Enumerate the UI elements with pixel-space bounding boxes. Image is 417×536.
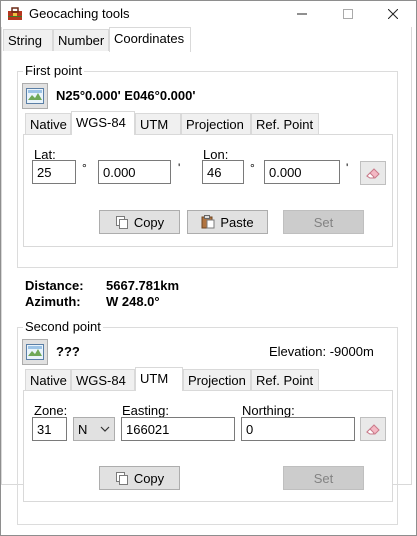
- lon-degree-symbol: °: [250, 161, 255, 175]
- sp-tab-utm-label: UTM: [140, 371, 169, 386]
- zone-input[interactable]: [32, 417, 67, 441]
- sp-tab-ref-point-label: Ref. Point: [256, 373, 314, 388]
- tab-number-label: Number: [58, 33, 105, 48]
- sp-tab-native-label: Native: [30, 373, 67, 388]
- fp-copy-label: Copy: [133, 214, 165, 230]
- eraser-icon: [366, 424, 380, 435]
- easting-input[interactable]: [121, 417, 235, 441]
- minimize-icon: [297, 13, 307, 15]
- azimuth-label: Azimuth:: [25, 294, 81, 309]
- lat-degree-symbol: °: [82, 161, 87, 175]
- first-point-coordinate: N25°0.000' E046°0.000': [56, 88, 196, 103]
- map-icon: [26, 344, 44, 360]
- distance-label: Distance:: [25, 278, 84, 293]
- fp-tab-projection[interactable]: Projection: [181, 113, 251, 135]
- zone-label: Zone:: [34, 403, 68, 418]
- paste-icon: [201, 215, 215, 229]
- sp-tab-projection[interactable]: Projection: [183, 369, 251, 391]
- sp-copy-label: Copy: [133, 470, 165, 486]
- lat-degrees-input[interactable]: [32, 160, 76, 184]
- fp-paste-label: Paste: [220, 214, 254, 230]
- title-bar: Geocaching tools: [1, 1, 416, 27]
- app-window: Geocaching tools String Number Coordinat…: [0, 0, 417, 536]
- window-title: Geocaching tools: [29, 6, 130, 21]
- fp-tab-ref-point-label: Ref. Point: [256, 117, 314, 132]
- first-point-label: First point: [23, 63, 85, 78]
- fp-tab-ref-point[interactable]: Ref. Point: [251, 113, 319, 135]
- close-icon: [388, 9, 398, 19]
- map-icon: [26, 88, 44, 104]
- second-point-map-button[interactable]: [22, 339, 48, 365]
- azimuth-value: W 248.0°: [106, 294, 160, 309]
- lat-minutes-input[interactable]: [98, 160, 171, 184]
- tab-string-label: String: [8, 33, 42, 48]
- lon-minute-symbol: ': [346, 161, 349, 175]
- distance-value: 5667.781km: [106, 278, 180, 293]
- fp-tab-utm[interactable]: UTM: [135, 113, 181, 135]
- northing-label: Northing:: [242, 403, 295, 418]
- fp-tab-utm-label: UTM: [140, 117, 169, 132]
- tab-coordinates[interactable]: Coordinates: [109, 27, 191, 52]
- sp-tab-wgs84[interactable]: WGS-84: [71, 369, 135, 391]
- fp-set-button[interactable]: Set: [283, 210, 364, 234]
- minimize-button[interactable]: [279, 1, 325, 27]
- app-icon: [7, 7, 23, 21]
- eraser-icon: [366, 168, 380, 179]
- second-point-label: Second point: [23, 319, 103, 334]
- sp-tab-utm[interactable]: UTM: [135, 367, 183, 391]
- fp-tab-projection-label: Projection: [186, 117, 244, 132]
- maximize-icon: [343, 9, 353, 19]
- sp-set-label: Set: [313, 470, 334, 486]
- northing-input[interactable]: [241, 417, 355, 441]
- tab-coordinates-label: Coordinates: [114, 31, 185, 46]
- fp-clear-button[interactable]: [360, 161, 386, 185]
- lon-degrees-input[interactable]: [202, 160, 244, 184]
- tab-number[interactable]: Number: [53, 29, 109, 51]
- lat-minute-symbol: ': [178, 161, 181, 175]
- fp-tab-wgs84[interactable]: WGS-84: [71, 111, 135, 135]
- sp-tab-ref-point[interactable]: Ref. Point: [251, 369, 319, 391]
- hemisphere-value: N: [78, 421, 88, 437]
- copy-icon: [115, 215, 129, 229]
- second-point-coordinate: ???: [56, 344, 80, 359]
- easting-label: Easting:: [122, 403, 169, 418]
- elevation-text: Elevation: -9000m: [269, 344, 374, 359]
- close-button[interactable]: [370, 1, 416, 27]
- fp-set-label: Set: [313, 214, 334, 230]
- copy-icon: [115, 471, 129, 485]
- fp-tab-native-label: Native: [30, 117, 67, 132]
- fp-tab-native[interactable]: Native: [25, 113, 71, 135]
- sp-tab-wgs84-label: WGS-84: [76, 373, 126, 388]
- maximize-button[interactable]: [325, 1, 371, 27]
- hemisphere-select[interactable]: N: [73, 417, 115, 441]
- fp-tab-wgs84-label: WGS-84: [76, 115, 126, 130]
- sp-set-button[interactable]: Set: [283, 466, 364, 490]
- sp-copy-button[interactable]: Copy: [99, 466, 180, 490]
- sp-clear-button[interactable]: [360, 417, 386, 441]
- fp-paste-button[interactable]: Paste: [187, 210, 268, 234]
- chevron-down-icon: [100, 426, 110, 432]
- first-point-map-button[interactable]: [22, 83, 48, 109]
- fp-copy-button[interactable]: Copy: [99, 210, 180, 234]
- sp-tab-projection-label: Projection: [188, 373, 246, 388]
- sp-tab-native[interactable]: Native: [25, 369, 71, 391]
- tab-string[interactable]: String: [3, 29, 53, 51]
- lon-minutes-input[interactable]: [264, 160, 340, 184]
